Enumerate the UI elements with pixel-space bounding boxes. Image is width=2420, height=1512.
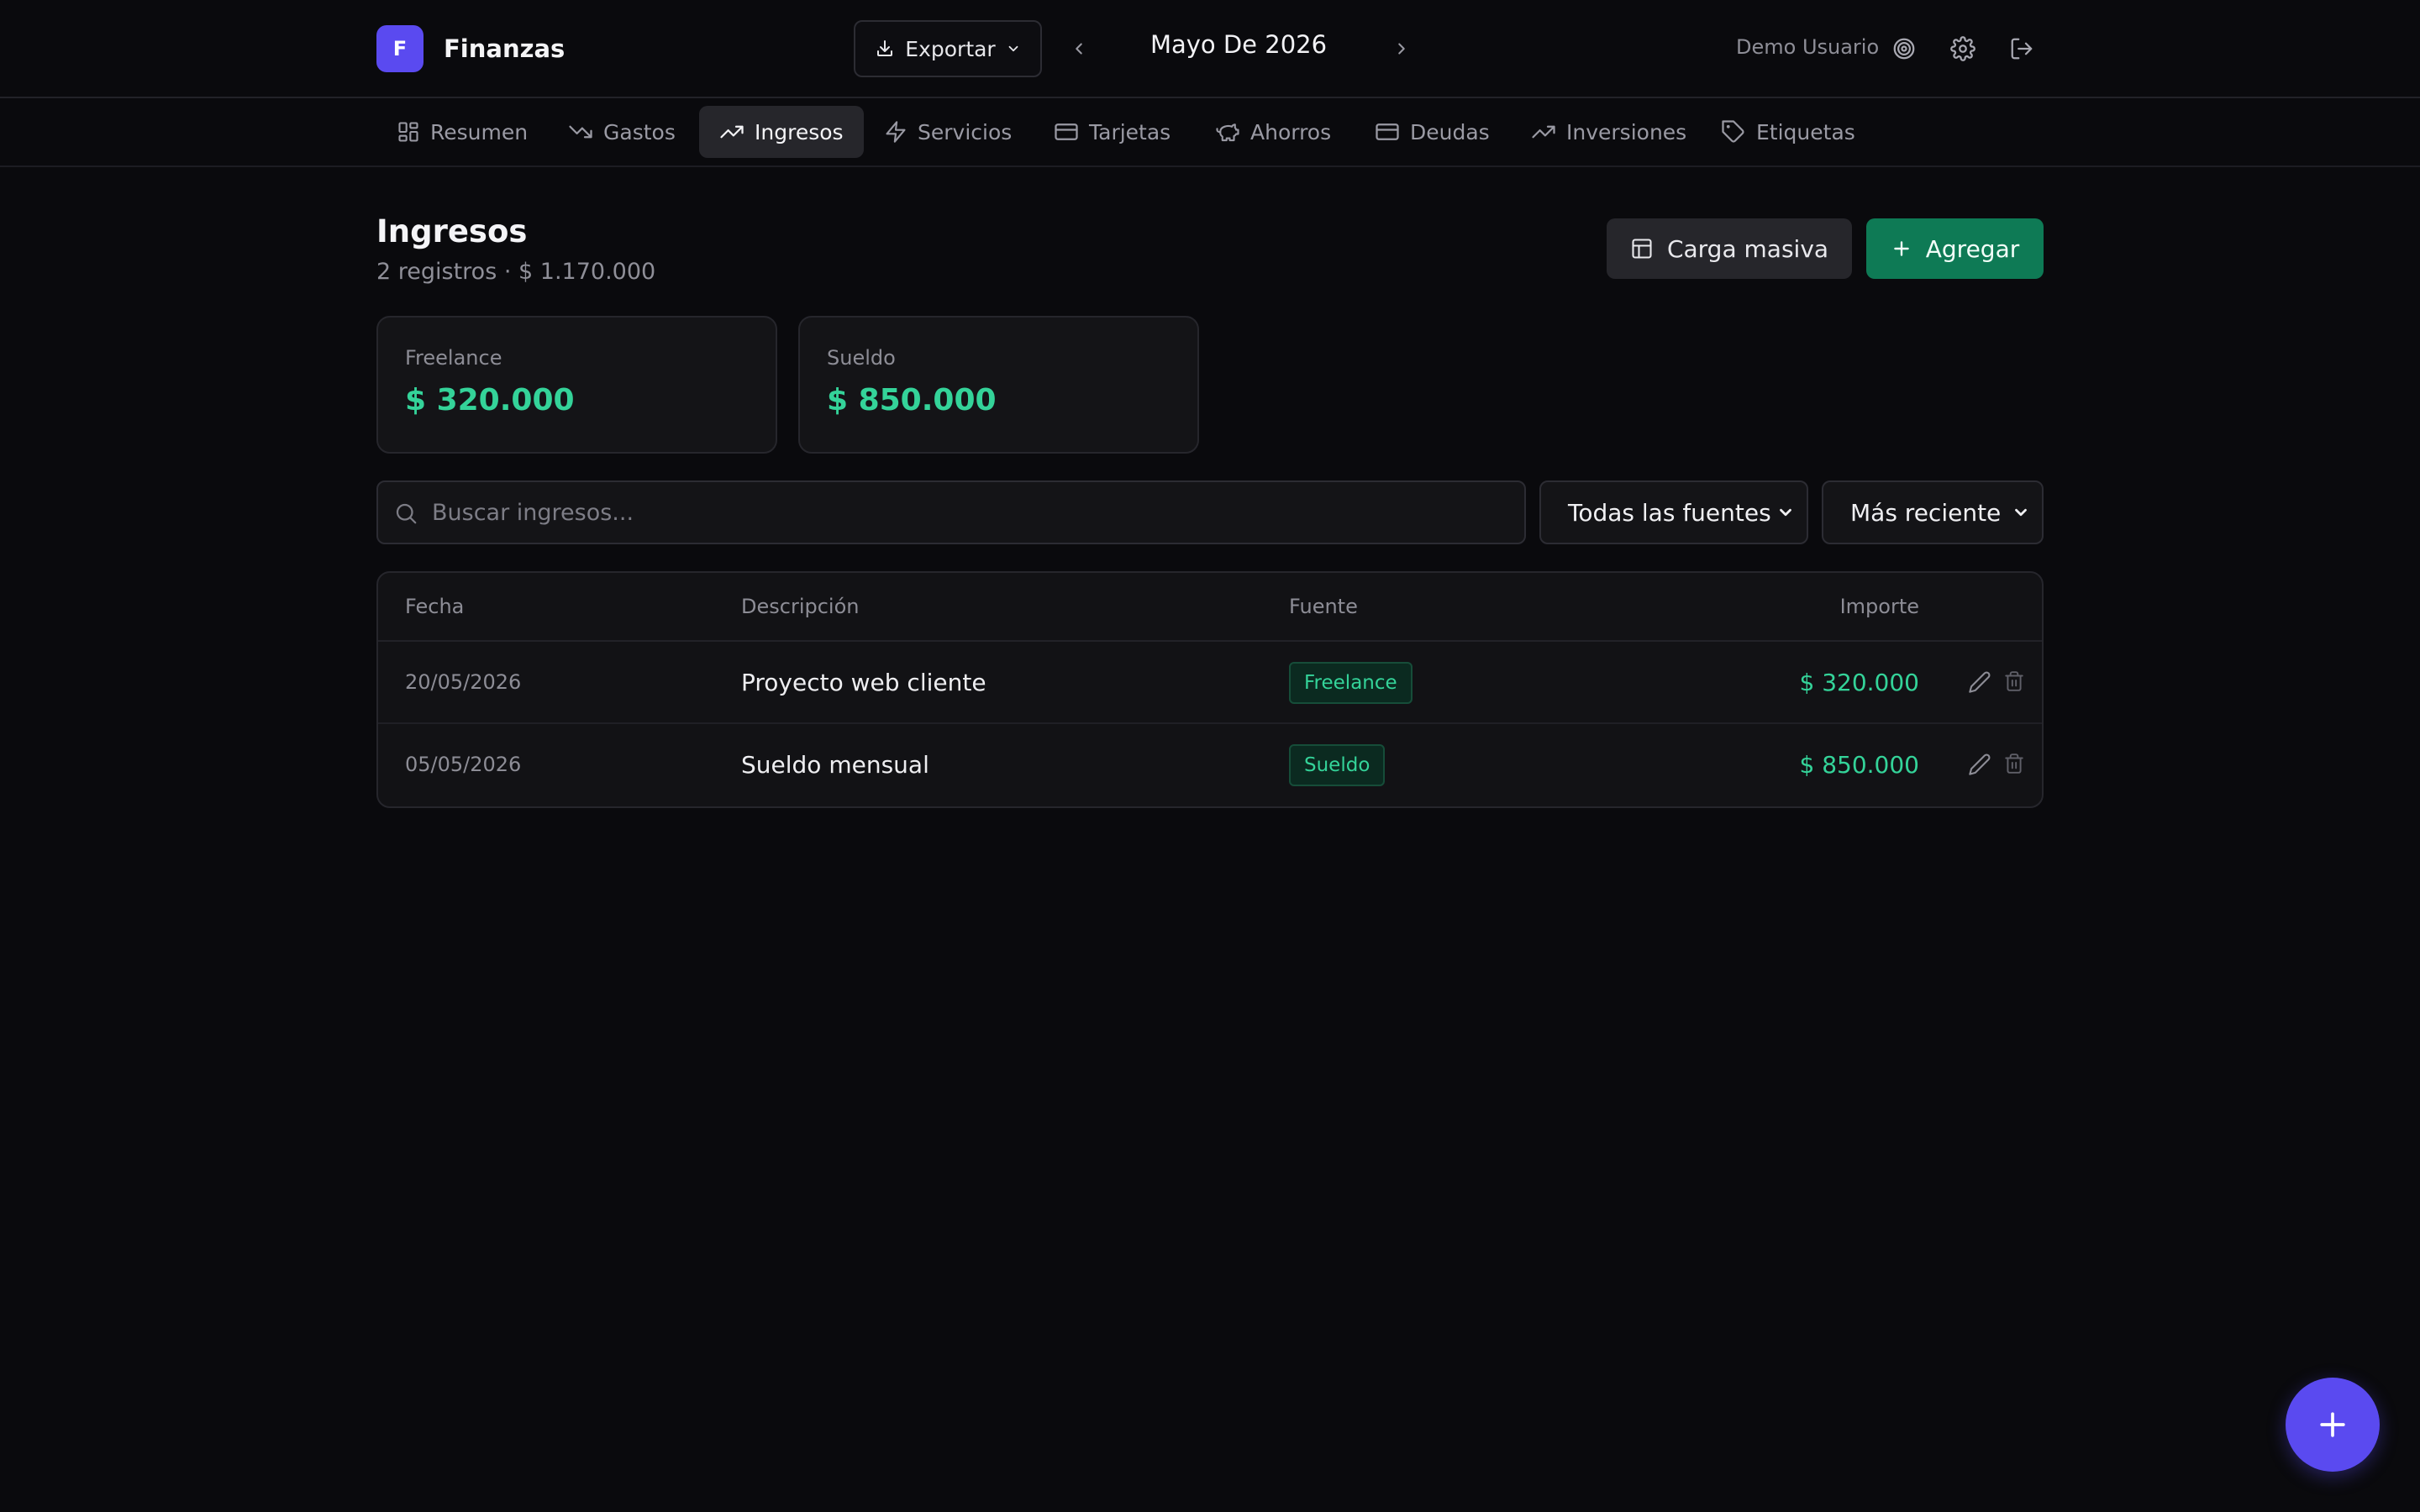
chevron-down-icon (2012, 503, 2030, 522)
card-label: Sueldo (827, 346, 896, 370)
plus-icon (2314, 1406, 2351, 1443)
bulk-upload-button[interactable]: Carga masiva (1607, 218, 1852, 279)
tab-label: Resumen (430, 119, 529, 144)
table-header: Fecha Descripción Fuente Importe (378, 573, 2042, 642)
row-amount: $ 850.000 (1799, 751, 1919, 779)
trending-down-icon (568, 119, 593, 144)
export-label: Exportar (905, 36, 996, 61)
chevron-down-icon (1006, 41, 1021, 56)
row-description: Sueldo mensual (741, 751, 929, 779)
main-nav: Resumen Gastos Ingresos Servicios Tarjet… (0, 98, 2420, 167)
tab-label: Gastos (603, 119, 676, 144)
tab-resumen[interactable]: Resumen (376, 106, 548, 158)
source-badge: Freelance (1289, 662, 1413, 704)
chevron-right-icon (1392, 39, 1411, 58)
app-logo: F (376, 25, 424, 72)
tab-label: Inversiones (1566, 119, 1687, 144)
row-amount: $ 320.000 (1799, 669, 1919, 696)
trash-icon (2003, 670, 2025, 692)
tab-label: Tarjetas (1089, 119, 1171, 144)
row-date: 20/05/2026 (405, 670, 522, 694)
chevron-left-icon (1070, 39, 1088, 58)
tag-icon (1721, 119, 1746, 144)
trash-icon (2003, 753, 2025, 774)
edit-button[interactable] (1968, 670, 1991, 697)
tab-tarjetas[interactable]: Tarjetas (1034, 106, 1191, 158)
table-row[interactable]: 05/05/2026 Sueldo mensual Sueldo $ 850.0… (378, 724, 2042, 806)
delete-button[interactable] (2003, 670, 2025, 696)
tab-ahorros[interactable]: Ahorros (1195, 106, 1351, 158)
app-title: Finanzas (444, 34, 566, 63)
logout-icon (2009, 36, 2034, 61)
gear-icon (1950, 36, 1975, 61)
column-header-description[interactable]: Descripción (741, 595, 859, 618)
wallet-card-icon (1375, 119, 1400, 144)
download-icon (875, 39, 895, 59)
previous-month-button[interactable] (1062, 32, 1096, 66)
credit-card-icon (1054, 119, 1079, 144)
add-label: Agregar (1925, 234, 2020, 263)
delete-button[interactable] (2003, 753, 2025, 778)
sort-value: Más reciente (1850, 498, 2002, 527)
page-subtitle: 2 registros · $ 1.170.000 (376, 259, 656, 285)
trending-up-icon (719, 119, 744, 144)
search-box (376, 480, 1526, 544)
source-badge: Sueldo (1289, 744, 1386, 786)
tab-label: Ahorros (1250, 119, 1332, 144)
page-title: Ingresos (376, 213, 528, 249)
chevron-down-icon (1776, 503, 1795, 522)
top-header: F Finanzas Exportar Mayo De 2026 Demo Us… (0, 0, 2420, 98)
bolt-icon (884, 120, 908, 144)
income-table: Fecha Descripción Fuente Importe 20/05/2… (376, 571, 2044, 808)
summary-card-freelance: Freelance $ 320.000 (376, 316, 777, 454)
target-icon (1891, 36, 1917, 61)
search-input[interactable] (432, 482, 1507, 543)
card-label: Freelance (405, 346, 502, 370)
column-header-amount[interactable]: Importe (1840, 595, 1919, 618)
trending-up-icon (1531, 119, 1556, 144)
user-name: Demo Usuario (1736, 35, 1880, 59)
table-row[interactable]: 20/05/2026 Proyecto web cliente Freelanc… (378, 642, 2042, 724)
table-icon (1630, 237, 1654, 260)
add-button[interactable]: Agregar (1866, 218, 2044, 279)
search-icon (393, 501, 418, 526)
next-month-button[interactable] (1385, 32, 1418, 66)
tab-gastos[interactable]: Gastos (548, 106, 696, 158)
logout-button[interactable] (2005, 32, 2039, 66)
column-header-source[interactable]: Fuente (1289, 595, 1358, 618)
export-button[interactable]: Exportar (854, 20, 1042, 77)
edit-button[interactable] (1968, 753, 1991, 780)
app-root: F Finanzas Exportar Mayo De 2026 Demo Us… (0, 0, 2420, 1512)
plus-icon (1891, 238, 1912, 260)
tab-label: Deudas (1410, 119, 1490, 144)
tab-deudas[interactable]: Deudas (1355, 106, 1510, 158)
brand[interactable]: F Finanzas (376, 25, 565, 72)
summary-card-sueldo: Sueldo $ 850.000 (798, 316, 1199, 454)
pencil-icon (1968, 670, 1991, 694)
tab-label: Etiquetas (1756, 119, 1855, 144)
row-date: 05/05/2026 (405, 753, 522, 776)
sort-select[interactable]: Más reciente (1822, 480, 2044, 544)
tab-label: Ingresos (755, 119, 844, 144)
grid-icon (397, 120, 420, 144)
card-value: $ 320.000 (405, 383, 575, 417)
floating-add-button[interactable] (2286, 1378, 2380, 1472)
piggy-bank-icon (1215, 119, 1240, 144)
card-value: $ 850.000 (827, 383, 997, 417)
source-filter-value: Todas las fuentes (1568, 498, 1771, 527)
source-filter-select[interactable]: Todas las fuentes (1539, 480, 1808, 544)
tab-etiquetas[interactable]: Etiquetas (1701, 106, 1876, 158)
tab-label: Servicios (918, 119, 1013, 144)
settings-button[interactable] (1946, 32, 1980, 66)
goals-button[interactable] (1887, 32, 1921, 66)
pencil-icon (1968, 753, 1991, 776)
bulk-upload-label: Carga masiva (1666, 234, 1829, 263)
tab-servicios[interactable]: Servicios (864, 106, 1032, 158)
tab-ingresos[interactable]: Ingresos (699, 106, 864, 158)
column-header-date[interactable]: Fecha (405, 595, 464, 618)
tab-inversiones[interactable]: Inversiones (1511, 106, 1707, 158)
current-month: Mayo De 2026 (1150, 30, 1328, 59)
row-description: Proyecto web cliente (741, 669, 986, 696)
